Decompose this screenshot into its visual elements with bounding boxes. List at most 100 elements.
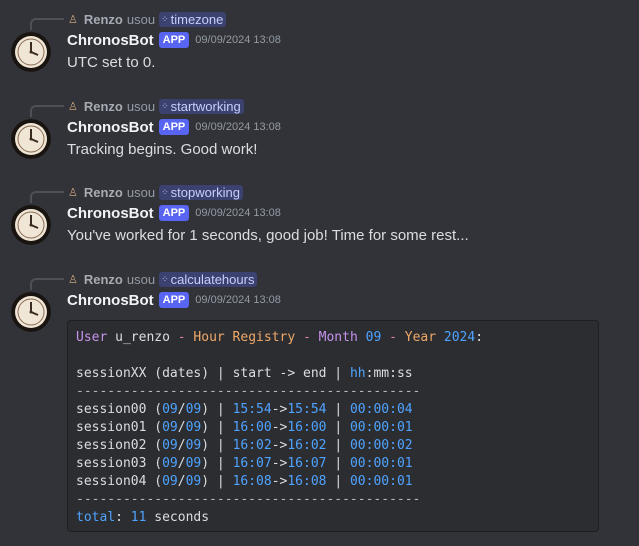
session-id: session02 (76, 438, 147, 453)
session-month: 09 (185, 402, 202, 417)
app-badge: APP (158, 32, 190, 48)
message-calculatehours: ♙ Renzo usou ⁘ calculatehours ChronosBot … (0, 270, 639, 332)
session-day: 09 (162, 420, 178, 435)
clock-avatar-icon[interactable] (11, 205, 51, 245)
session-start: 16:08 (232, 474, 272, 489)
session-start: 16:00 (232, 420, 272, 435)
year-keyword: Year (404, 330, 437, 345)
command-chip[interactable]: ⁘ timezone (159, 11, 227, 27)
col-mm: mm (373, 366, 390, 381)
slash-command-icon: ⁘ (161, 186, 168, 197)
reply-connector (30, 105, 64, 117)
command-name: calculatehours (170, 271, 255, 287)
user-mini-avatar-icon: ♙ (68, 13, 78, 26)
reply-verb: usou (126, 98, 156, 114)
reply-username[interactable]: Renzo (84, 272, 123, 287)
author-name[interactable]: ChronosBot (67, 32, 154, 49)
reply-preview[interactable]: ♙ Renzo usou ⁘ stopworking (68, 183, 243, 201)
command-chip[interactable]: ⁘ startworking (159, 98, 244, 114)
author-name[interactable]: ChronosBot (67, 119, 154, 136)
session-end: 16:07 (287, 456, 327, 471)
reply-preview[interactable]: ♙ Renzo usou ⁘ timezone (68, 10, 227, 28)
session-day: 09 (162, 438, 178, 453)
message-startworking: ♙ Renzo usou ⁘ startworking ChronosBot AP… (0, 97, 639, 171)
reply-verb: usou (126, 11, 156, 27)
registry-title: Hour Registry (193, 330, 296, 345)
author-name[interactable]: ChronosBot (67, 205, 154, 222)
command-name: timezone (170, 11, 224, 27)
session-day: 09 (162, 402, 178, 417)
registry-month: 09 (365, 330, 382, 345)
timestamp: 09/09/2024 13:08 (195, 207, 281, 219)
registry-username: u_renzo (115, 330, 170, 345)
message-header: ChronosBot APP 09/09/2024 13:08 (67, 290, 281, 310)
timestamp: 09/09/2024 13:08 (195, 121, 281, 133)
session-row: session00 (09/09) | 15:54->15:54 | 00:00… (76, 402, 413, 417)
session-month: 09 (185, 456, 202, 471)
clock-avatar-icon[interactable] (11, 119, 51, 159)
month-keyword: Month (318, 330, 358, 345)
session-duration: 00:00:01 (349, 474, 413, 489)
session-duration: 00:00:02 (349, 438, 413, 453)
message-text: Tracking begins. Good work! (67, 141, 258, 158)
slash-command-icon: ⁘ (161, 273, 168, 284)
total-label: total (76, 510, 116, 525)
app-badge: APP (158, 292, 190, 308)
command-chip[interactable]: ⁘ stopworking (159, 184, 243, 200)
colon: : (475, 330, 484, 345)
registry-header-line: User u_renzo - Hour Registry - Month 09 … (76, 329, 590, 347)
session-rows: session00 (09/09) | 15:54->15:54 | 00:00… (76, 401, 590, 491)
separator-line: ----------------------------------------… (76, 492, 421, 507)
reply-verb: usou (126, 271, 156, 287)
total-unit: seconds (154, 510, 210, 525)
message-timezone: ♙ Renzo usou ⁘ timezone ChronosBot APP 09… (0, 10, 639, 84)
message-header: ChronosBot APP 09/09/2024 13:08 (67, 117, 281, 137)
session-row: session02 (09/09) | 16:02->16:02 | 00:00… (76, 438, 413, 453)
dash: - (177, 330, 186, 345)
separator-line: ----------------------------------------… (76, 384, 421, 399)
reply-preview[interactable]: ♙ Renzo usou ⁘ startworking (68, 97, 244, 115)
session-end: 16:02 (287, 438, 327, 453)
session-row: session04 (09/09) | 16:08->16:08 | 00:00… (76, 474, 413, 489)
app-badge: APP (158, 205, 190, 221)
total-value: 11 (130, 510, 147, 525)
message-header: ChronosBot APP 09/09/2024 13:08 (67, 203, 281, 223)
reply-connector (30, 18, 64, 30)
session-day: 09 (162, 456, 178, 471)
column-header-line: sessionXX (dates) | start -> end | hh:mm… (76, 366, 413, 381)
session-id: session03 (76, 456, 147, 471)
session-row: session01 (09/09) | 16:00->16:00 | 00:00… (76, 420, 413, 435)
timestamp: 09/09/2024 13:08 (195, 294, 281, 306)
reply-verb: usou (126, 184, 156, 200)
user-mini-avatar-icon: ♙ (68, 186, 78, 199)
session-id: session04 (76, 474, 147, 489)
session-start: 16:07 (232, 456, 272, 471)
session-month: 09 (185, 420, 202, 435)
session-month: 09 (185, 474, 202, 489)
clock-avatar-icon[interactable] (11, 32, 51, 72)
command-name: stopworking (170, 184, 240, 200)
col-dates: (dates) (154, 366, 210, 381)
timestamp: 09/09/2024 13:08 (195, 34, 281, 46)
user-keyword: User (76, 330, 108, 345)
session-duration: 00:00:01 (349, 420, 413, 435)
reply-connector (30, 278, 64, 290)
reply-preview[interactable]: ♙ Renzo usou ⁘ calculatehours (68, 270, 258, 288)
slash-command-icon: ⁘ (161, 13, 168, 24)
reply-username[interactable]: Renzo (84, 185, 123, 200)
session-duration: 00:00:01 (349, 456, 413, 471)
message-text: UTC set to 0. (67, 54, 156, 71)
col-session: sessionXX (76, 366, 147, 381)
registry-year: 2024 (443, 330, 476, 345)
hour-registry-codeblock[interactable]: User u_renzo - Hour Registry - Month 09 … (67, 320, 599, 532)
app-badge: APP (158, 119, 190, 135)
reply-username[interactable]: Renzo (84, 99, 123, 114)
author-name[interactable]: ChronosBot (67, 292, 154, 309)
reply-username[interactable]: Renzo (84, 12, 123, 27)
command-chip[interactable]: ⁘ calculatehours (159, 271, 258, 287)
session-row: session03 (09/09) | 16:07->16:07 | 00:00… (76, 456, 413, 471)
clock-avatar-icon[interactable] (11, 292, 51, 332)
session-end: 16:00 (287, 420, 327, 435)
col-ss: ss (396, 366, 413, 381)
